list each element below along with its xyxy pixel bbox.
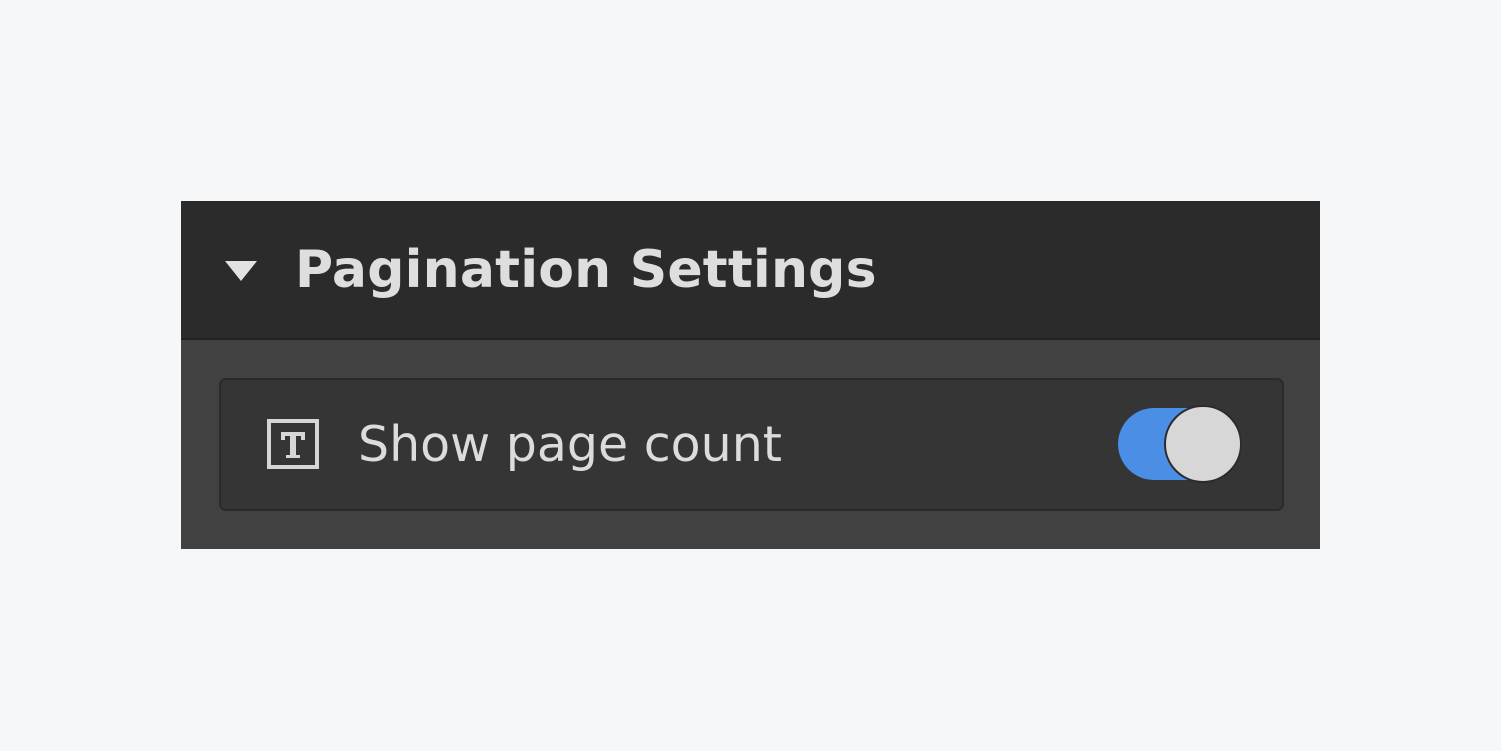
panel-header[interactable]: Pagination Settings — [181, 201, 1320, 340]
setting-row-show-page-count: Show page count — [219, 378, 1284, 511]
panel-title: Pagination Settings — [295, 240, 877, 300]
show-page-count-toggle[interactable] — [1118, 405, 1244, 483]
pagination-settings-panel: Pagination Settings Show page count — [181, 201, 1320, 549]
text-icon — [267, 419, 319, 469]
caret-down-icon[interactable] — [223, 259, 259, 283]
toggle-knob — [1164, 405, 1242, 483]
setting-label: Show page count — [358, 416, 782, 473]
